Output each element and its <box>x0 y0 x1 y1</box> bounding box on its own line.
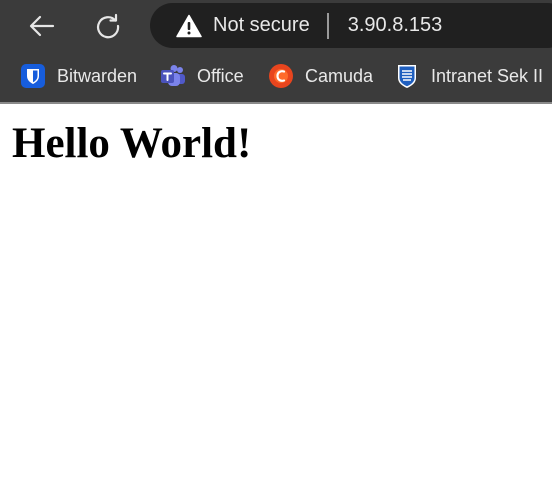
reload-icon <box>97 13 120 39</box>
bitwarden-icon <box>21 64 45 88</box>
page-content: Hello World! <box>0 104 552 504</box>
bookmark-label: Office <box>197 65 244 86</box>
intranet-icon <box>398 65 416 88</box>
bookmark-camuda[interactable]: Camuda <box>268 61 373 91</box>
address-separator <box>326 12 329 39</box>
warning-triangle-icon <box>176 14 202 37</box>
back-button[interactable] <box>20 4 64 48</box>
bookmark-label: Bitwarden <box>57 65 138 86</box>
security-status-text: Not secure <box>213 14 310 36</box>
bookmark-label: Intranet Sek II <box>431 65 544 86</box>
teams-icon <box>161 65 185 86</box>
bookmark-bitwarden[interactable]: Bitwarden <box>20 61 137 91</box>
back-arrow-icon <box>29 15 55 37</box>
bookmark-office[interactable]: Office <box>160 61 244 91</box>
browser-toolbar: Not secure 3.90.8.153 <box>0 0 552 52</box>
bookmark-label: Camuda <box>305 65 374 86</box>
camuda-icon <box>269 64 293 88</box>
bookmark-intranet-sek-ii[interactable]: Intranet Sek II <box>394 61 543 91</box>
page-heading: Hello World! <box>12 120 252 167</box>
browser-window: Not secure 3.90.8.153 Bitwarden Office C… <box>0 0 552 504</box>
reload-button[interactable] <box>86 4 130 48</box>
site-security-indicator[interactable]: Not secure <box>176 3 310 48</box>
url-text[interactable]: 3.90.8.153 <box>348 14 443 37</box>
bookmarks-bar: Bitwarden Office Camuda Intranet Sek II <box>0 52 552 102</box>
address-bar[interactable]: Not secure 3.90.8.153 <box>150 3 552 48</box>
